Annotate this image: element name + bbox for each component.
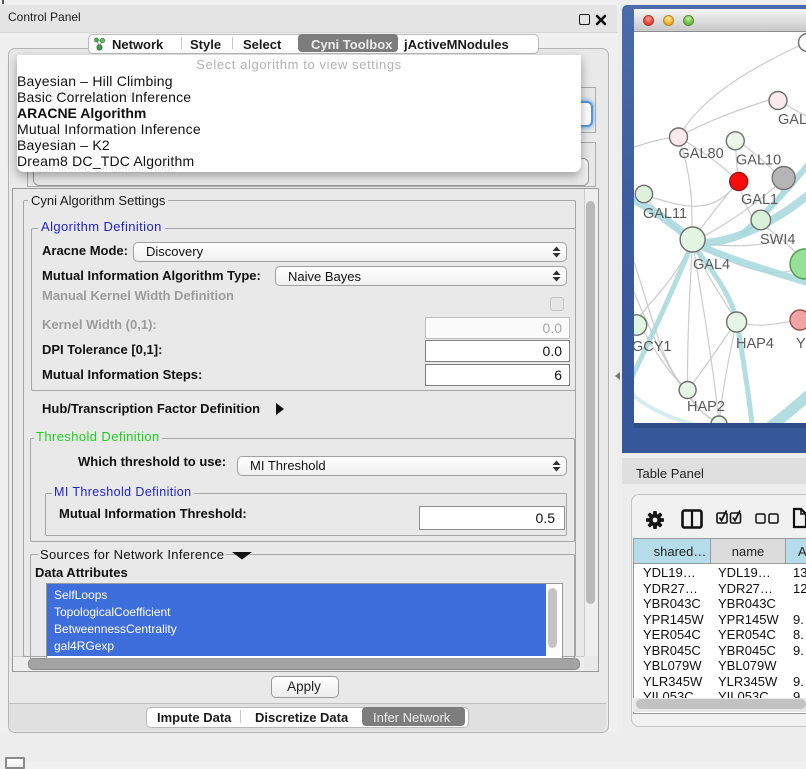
svg-text:SWI4: SWI4 xyxy=(760,232,795,248)
svg-text:HAP2: HAP2 xyxy=(687,399,725,415)
svg-text:GAL10: GAL10 xyxy=(736,153,781,169)
svg-text:GAL80: GAL80 xyxy=(679,146,724,162)
svg-text:GAL11: GAL11 xyxy=(643,206,687,222)
svg-text:GAL1: GAL1 xyxy=(741,192,778,208)
svg-text:HAP4: HAP4 xyxy=(736,336,774,352)
svg-text:GCY1: GCY1 xyxy=(634,339,672,355)
svg-text:YL: YL xyxy=(796,336,806,352)
svg-text:GAL4: GAL4 xyxy=(693,257,730,273)
svg-text:GAL7: GAL7 xyxy=(778,112,806,128)
